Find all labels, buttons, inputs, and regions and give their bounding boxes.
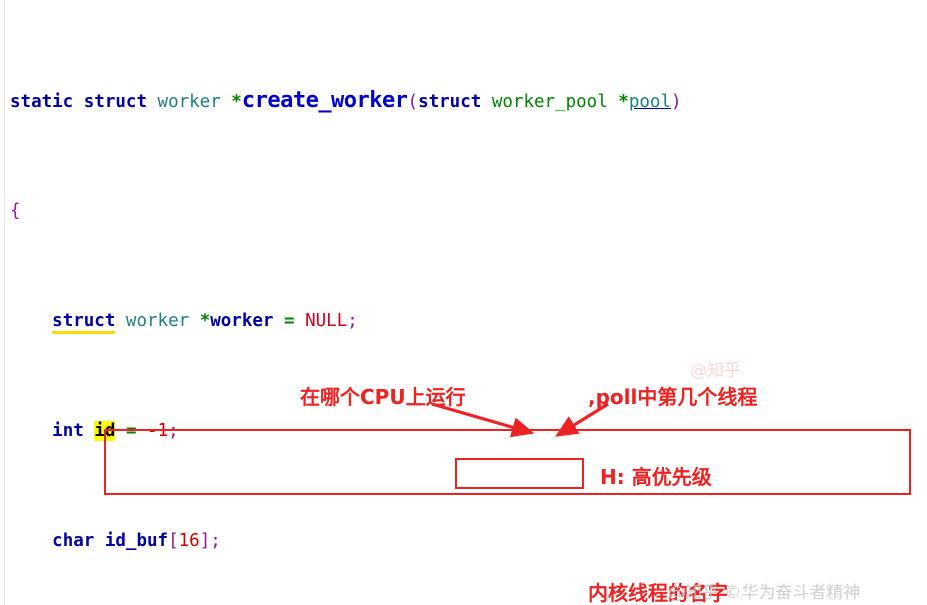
annotation-poll-note: ,poll中第几个线程 bbox=[588, 385, 758, 409]
annotation-cpu-note: 在哪个CPU上运行 bbox=[300, 385, 466, 409]
code-line-3: struct worker *worker = NULL; bbox=[10, 310, 811, 334]
watermark-ghost: @知乎 bbox=[690, 361, 741, 381]
annotation-h-note: H: 高优先级 bbox=[600, 465, 712, 489]
code-line-1: static struct worker *create_worker(stru… bbox=[10, 88, 682, 113]
ternary-highlight-box bbox=[455, 458, 584, 489]
code-screenshot: static struct worker *create_worker(stru… bbox=[0, 0, 927, 605]
code-line-5: char id_buf[16]; bbox=[52, 531, 221, 551]
editor-gutter-line bbox=[4, 0, 5, 605]
watermark-zhihu: @知乎 ©华为奋斗者精神 bbox=[668, 583, 861, 603]
code-block: static struct worker *create_worker(stru… bbox=[10, 2, 811, 605]
code-line-2: { bbox=[10, 201, 21, 221]
